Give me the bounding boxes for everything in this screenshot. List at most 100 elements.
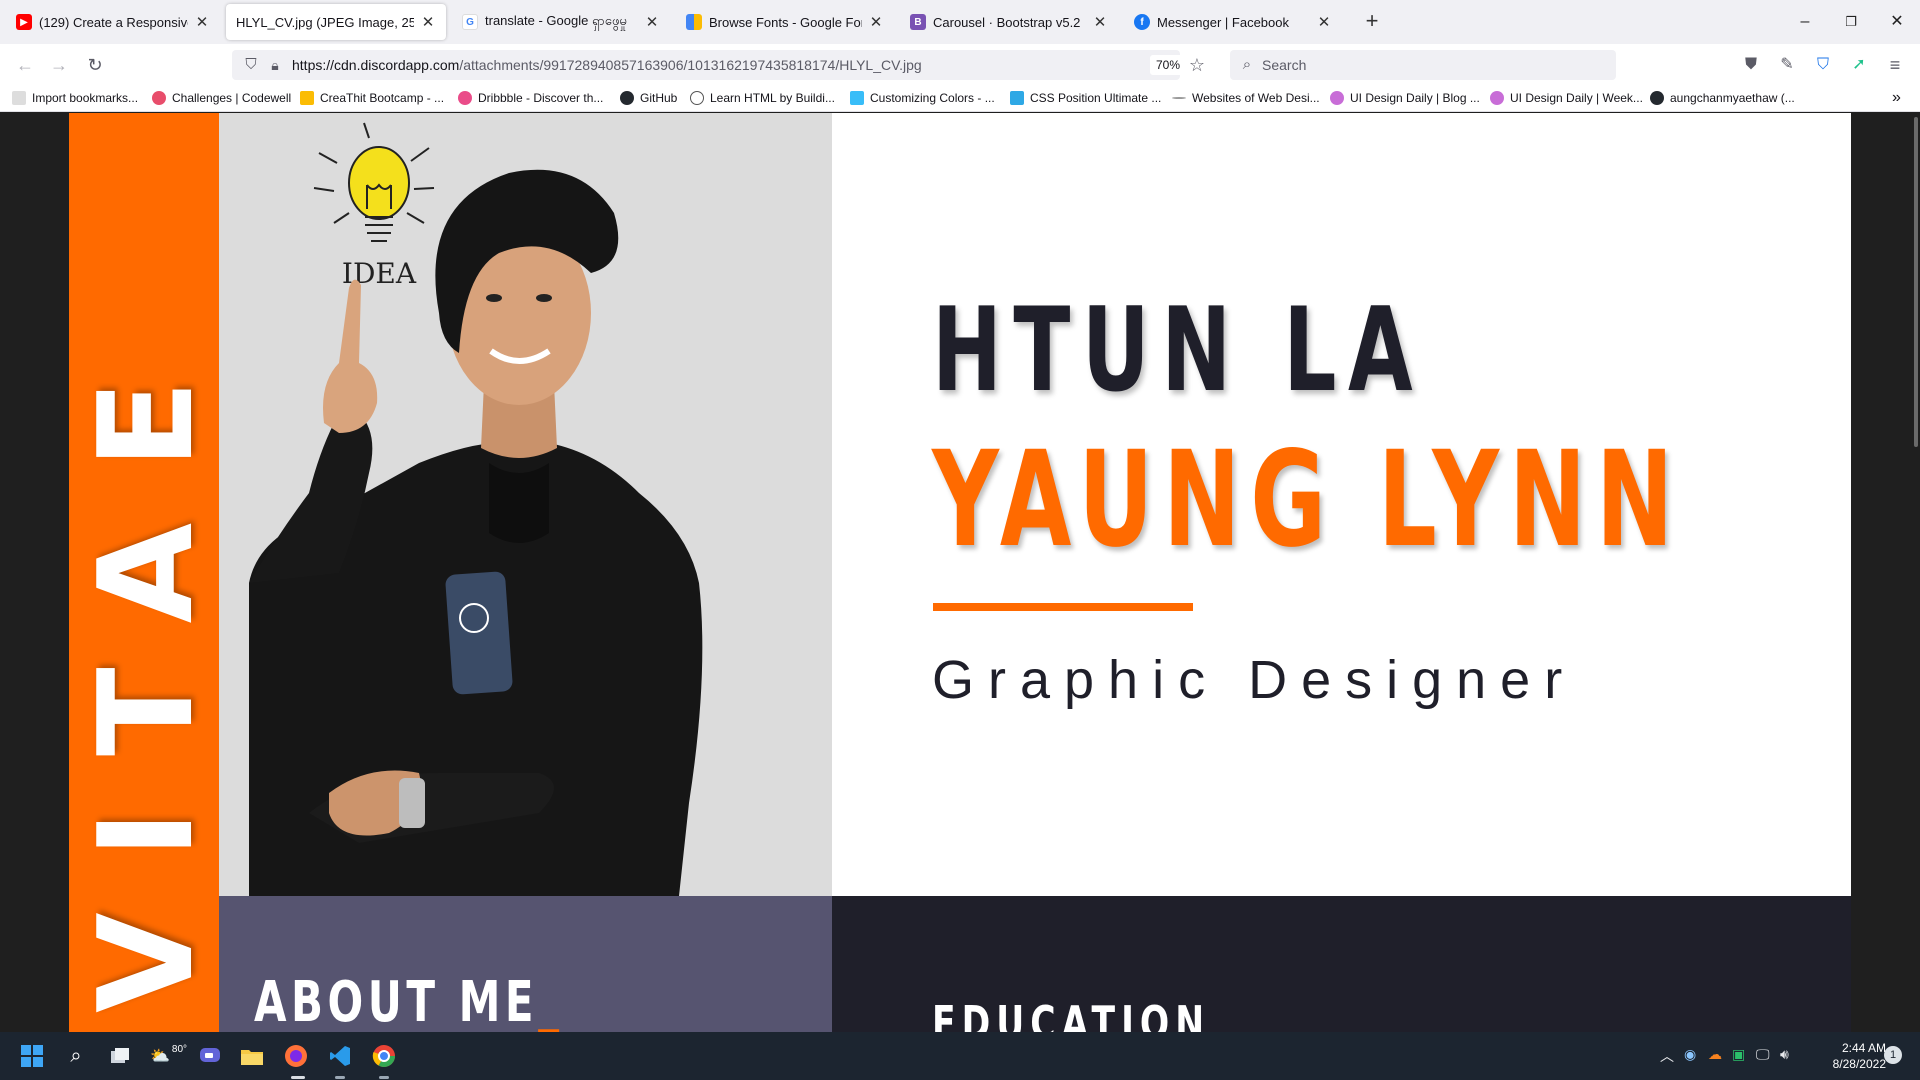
google-icon: G — [462, 14, 478, 30]
tab-translate[interactable]: G translate - Google ရှာဖွေမှု ✕ — [452, 4, 670, 40]
ui-design-daily-icon — [1330, 91, 1344, 105]
url-text[interactable]: https://cdn.discordapp.com/attachments/9… — [292, 57, 922, 73]
notification-badge[interactable]: 1 — [1884, 1046, 1902, 1064]
vitae-vertical-text: VITAE — [71, 326, 217, 1013]
bookmark-item[interactable]: UI Design Daily | Week... — [1490, 89, 1643, 107]
cv-image: VITAE IDEA HTUN LA YAUNG LYNN Graphic De… — [69, 113, 1851, 1032]
extension-arrow-icon[interactable]: ➚ — [1846, 52, 1872, 78]
tab-bootstrap[interactable]: B Carousel · Bootstrap v5.2 ✕ — [900, 4, 1118, 40]
app-tray-icon[interactable]: ▣ — [1732, 1046, 1745, 1063]
weather-widget[interactable]: ⛅ 80° — [150, 1042, 194, 1070]
vscode-icon[interactable] — [326, 1042, 354, 1070]
lock-icon[interactable]: 🔒︎ — [262, 52, 288, 78]
windows-start-icon[interactable] — [18, 1042, 46, 1070]
image-viewport: VITAE IDEA HTUN LA YAUNG LYNN Graphic De… — [0, 113, 1920, 1032]
more-bookmarks-chevron-icon[interactable]: » — [1892, 89, 1901, 107]
import-icon — [12, 91, 26, 105]
extension-icon[interactable]: ✎ — [1774, 52, 1800, 78]
browser-tab-bar: ▶ (129) Create a Responsive Perso ✕ HLYL… — [0, 0, 1920, 44]
pocket-icon[interactable]: ⛊ — [1738, 52, 1764, 78]
close-tab-icon[interactable]: ✕ — [868, 13, 884, 31]
search-field[interactable]: ⌕ Search — [1230, 50, 1616, 80]
github-icon — [1650, 91, 1664, 105]
steam-icon[interactable]: ◉ — [1684, 1046, 1696, 1063]
search-icon: ⌕ — [1242, 56, 1252, 73]
active-app-indicator — [291, 1076, 305, 1079]
file-explorer-icon[interactable] — [238, 1042, 266, 1070]
close-tab-icon[interactable]: ✕ — [1316, 13, 1332, 31]
volume-icon[interactable]: 🔊︎ — [1780, 1046, 1789, 1063]
page-scrollbar[interactable] — [1912, 113, 1920, 1032]
bookmark-item[interactable]: Learn HTML by Buildi... — [690, 89, 835, 107]
bootstrap-icon: B — [910, 14, 926, 30]
bookmark-item[interactable]: Websites of Web Desi... — [1172, 89, 1320, 107]
close-tab-icon[interactable]: ✕ — [420, 13, 436, 31]
youtube-icon: ▶ — [16, 14, 32, 30]
open-app-indicator — [335, 1076, 345, 1079]
restore-button[interactable]: ❐ — [1828, 8, 1874, 36]
task-view-icon[interactable] — [106, 1042, 134, 1070]
close-tab-icon[interactable]: ✕ — [1092, 13, 1108, 31]
cloud-icon[interactable]: ☁ — [1708, 1046, 1722, 1063]
firefox-icon[interactable] — [282, 1042, 310, 1070]
css-icon — [1010, 91, 1024, 105]
shield-extension-icon[interactable]: ⛉ — [1810, 52, 1836, 78]
tab-youtube[interactable]: ▶ (129) Create a Responsive Perso ✕ — [6, 4, 220, 40]
network-icon[interactable]: 🖵︎ — [1756, 1046, 1770, 1063]
address-bar[interactable]: ⛉ 🔒︎ https://cdn.discordapp.com/attachme… — [232, 50, 1205, 80]
tab-hlyl-cv[interactable]: HLYL_CV.jpg (JPEG Image, 2555 × 3 ✕ — [226, 4, 446, 40]
facebook-icon: f — [1134, 14, 1150, 30]
close-window-button[interactable]: ✕ — [1874, 8, 1920, 36]
new-tab-button[interactable]: + — [1358, 8, 1386, 36]
bookmark-item[interactable]: CSS Position Ultimate ... — [1010, 89, 1161, 107]
bookmark-item[interactable]: Challenges | Codewell — [152, 89, 291, 107]
bookmark-item[interactable]: CreaThit Bootcamp - ... — [300, 89, 444, 107]
chat-icon[interactable] — [196, 1042, 224, 1070]
browser-nav-bar: ← → ↻ ⛉ 🔒︎ https://cdn.discordapp.com/at… — [0, 44, 1920, 84]
forward-arrow-icon[interactable]: → — [46, 52, 72, 78]
show-hidden-icons-chevron-icon[interactable]: ︿ — [1660, 1046, 1674, 1066]
bookmark-item[interactable]: Customizing Colors - ... — [850, 89, 995, 107]
education-section: EDUCATION — [832, 896, 1851, 1032]
windows-taskbar: ⌕ ⛅ 80° ︿ ◉ ☁ ▣ 🖵︎ 🔊︎ 2:44 AM 8/28/2022 … — [0, 1032, 1920, 1080]
bookmark-item[interactable]: GitHub — [620, 89, 677, 107]
close-tab-icon[interactable]: ✕ — [194, 13, 210, 31]
tab-messenger[interactable]: f Messenger | Facebook ✕ — [1124, 4, 1342, 40]
bookmarks-bar: Import bookmarks... Challenges | Codewel… — [0, 84, 1920, 112]
bookmark-star-icon[interactable]: ☆ — [1184, 52, 1210, 78]
bookmark-item[interactable]: aungchanmyaethaw (... — [1650, 89, 1795, 107]
tab-google-fonts[interactable]: Browse Fonts - Google Fonts ✕ — [676, 4, 894, 40]
first-name-heading: HTUN LA — [932, 283, 1425, 418]
dash-icon — [1172, 97, 1186, 99]
minimize-button[interactable]: – — [1782, 8, 1828, 36]
bookmark-item[interactable]: Import bookmarks... — [12, 89, 138, 107]
lightbulb-icon — [313, 122, 435, 242]
zoom-level-badge[interactable]: 70% — [1150, 55, 1187, 75]
vitae-sidebar: VITAE — [69, 113, 219, 1032]
google-fonts-icon — [686, 14, 702, 30]
system-clock[interactable]: 2:44 AM 8/28/2022 — [1810, 1040, 1886, 1072]
bookmark-item[interactable]: Dribbble - Discover th... — [458, 89, 603, 107]
search-icon[interactable]: ⌕ — [62, 1042, 90, 1070]
reload-icon[interactable]: ↻ — [82, 52, 108, 78]
bookmark-item[interactable]: UI Design Daily | Blog ... — [1330, 89, 1480, 107]
codewell-icon — [152, 91, 166, 105]
portrait-illustration: IDEA — [249, 122, 703, 896]
open-app-indicator — [379, 1076, 389, 1079]
education-heading: EDUCATION — [932, 996, 1211, 1032]
shield-icon[interactable]: ⛉ — [238, 52, 264, 78]
job-title: Graphic Designer — [932, 650, 1577, 710]
ui-design-daily-icon — [1490, 91, 1504, 105]
name-divider — [933, 603, 1193, 611]
dribbble-icon — [458, 91, 472, 105]
scrollbar-thumb[interactable] — [1914, 117, 1918, 447]
menu-icon[interactable]: ≡ — [1882, 52, 1908, 78]
chrome-icon[interactable] — [370, 1042, 398, 1070]
tailwind-icon — [850, 91, 864, 105]
last-name-heading: YAUNG LYNN — [932, 423, 1684, 577]
back-arrow-icon[interactable]: ← — [12, 52, 38, 78]
about-section: ABOUT ME_ — [219, 896, 832, 1032]
name-section: HTUN LA YAUNG LYNN Graphic Designer — [832, 113, 1851, 896]
close-tab-icon[interactable]: ✕ — [644, 13, 660, 31]
vitae-word: VITAE — [71, 326, 217, 1013]
